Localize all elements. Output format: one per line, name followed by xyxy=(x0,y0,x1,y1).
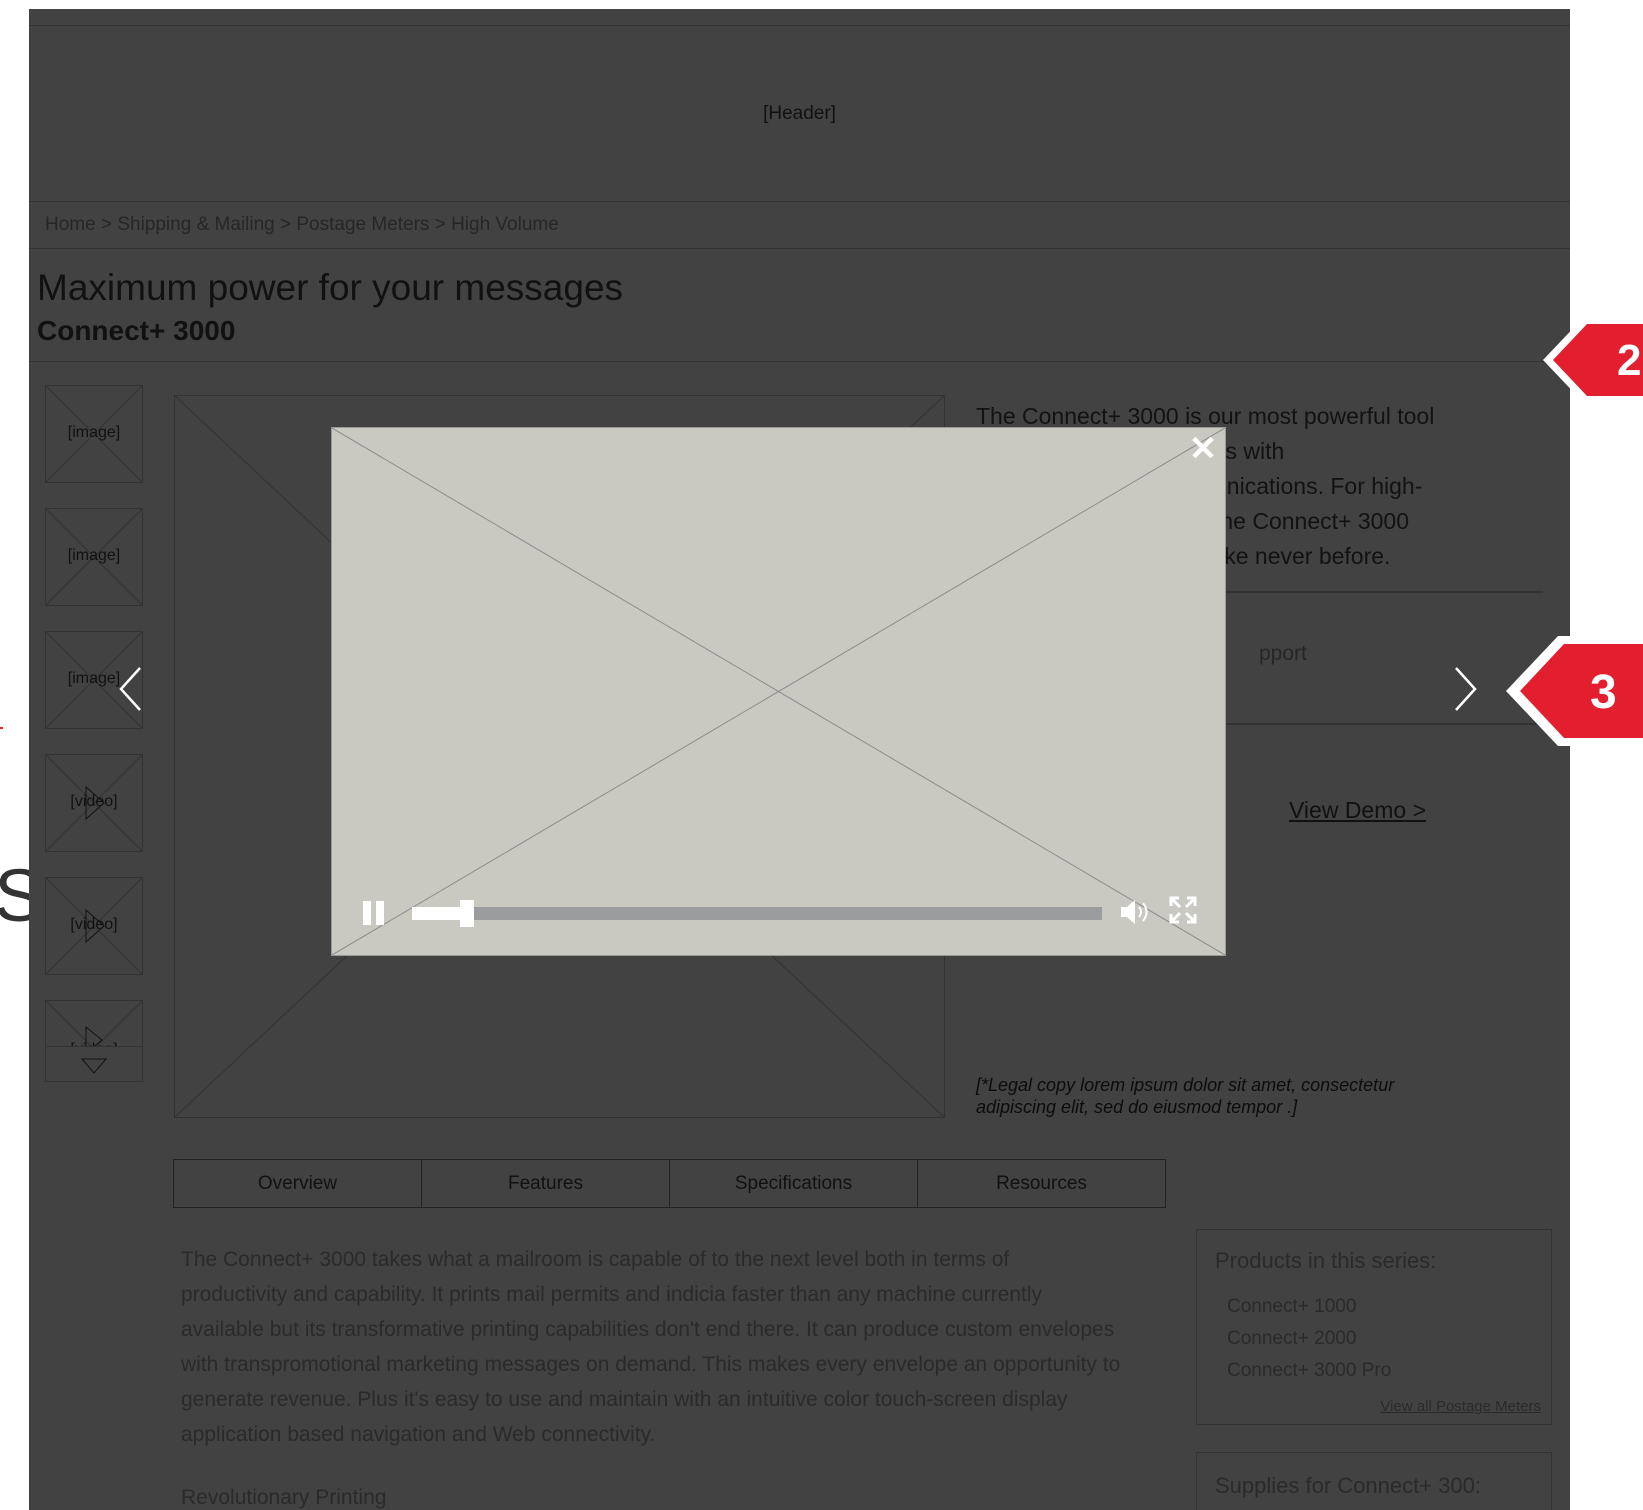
callout-marker-3: 3 xyxy=(1506,636,1643,746)
header-label: [Header] xyxy=(763,102,836,124)
marker-label: 2 xyxy=(1617,336,1641,385)
series-item[interactable]: Connect+ 3000 Pro xyxy=(1227,1360,1391,1382)
tab-bar: Overview Features Specifications Resourc… xyxy=(173,1159,1166,1208)
supplies-heading: Supplies for Connect+ 300: xyxy=(1215,1473,1482,1498)
thumbnail-label: [image] xyxy=(67,424,121,441)
close-icon[interactable]: ✕ xyxy=(1188,432,1218,466)
video-progress-fill xyxy=(412,907,468,920)
series-heading: Products in this series: xyxy=(1215,1248,1437,1273)
support-link[interactable]: pport xyxy=(1259,642,1307,666)
section-heading: Revolutionary Printing xyxy=(181,1486,387,1509)
tab-resources[interactable]: Resources xyxy=(917,1159,1166,1208)
tab-overview[interactable]: Overview xyxy=(173,1159,422,1208)
tab-features[interactable]: Features xyxy=(421,1159,670,1208)
tab-specifications[interactable]: Specifications xyxy=(669,1159,918,1208)
video-progress-bar[interactable] xyxy=(412,900,1102,927)
callout-marker-2: 2 xyxy=(1543,318,1643,402)
overview-body: The Connect+ 3000 takes what a mailroom … xyxy=(181,1248,1121,1446)
thumbnail-image-2[interactable]: [image] xyxy=(45,508,143,606)
series-item[interactable]: Connect+ 2000 xyxy=(1227,1328,1356,1350)
view-demo-link[interactable]: View Demo > xyxy=(1289,797,1426,824)
red-tick xyxy=(0,727,3,729)
breadcrumb-text[interactable]: Home > Shipping & Mailing > Postage Mete… xyxy=(45,214,559,236)
header: [Header] xyxy=(29,25,1570,202)
thumbnail-label: [video] xyxy=(70,793,118,810)
page-title: Maximum power for your messages xyxy=(37,267,624,308)
series-item[interactable]: Connect+ 1000 xyxy=(1227,1296,1356,1318)
divider xyxy=(29,361,1570,362)
legal-copy: [*Legal copy lorem ipsum dolor sit amet,… xyxy=(976,1075,1395,1117)
breadcrumb: Home > Shipping & Mailing > Postage Mete… xyxy=(29,201,1570,249)
volume-icon[interactable] xyxy=(1119,897,1153,927)
marker-label: 3 xyxy=(1590,666,1617,719)
supplies-panel: Supplies for Connect+ 300: xyxy=(1196,1452,1552,1510)
series-panel: Products in this series: Connect+ 1000 C… xyxy=(1196,1229,1552,1425)
thumbnail-image-1[interactable]: [image] xyxy=(45,385,143,483)
chevron-left-icon[interactable] xyxy=(118,666,144,712)
video-placeholder xyxy=(332,428,1225,955)
thumbnail-label: [video] xyxy=(70,916,118,933)
video-modal: ✕ xyxy=(331,427,1226,956)
thumbnail-video-1[interactable]: [video] xyxy=(45,754,143,852)
fullscreen-icon[interactable] xyxy=(1168,895,1198,925)
chevron-right-icon[interactable] xyxy=(1452,666,1478,712)
thumbnail-video-2[interactable]: [video] xyxy=(45,877,143,975)
view-all-link[interactable]: View all Postage Meters xyxy=(1380,1398,1541,1415)
page-subtitle: Connect+ 3000 xyxy=(37,315,236,346)
thumbnail-label: [image] xyxy=(67,547,121,564)
thumbnail-scroll-down[interactable] xyxy=(45,1046,143,1082)
video-progress-handle[interactable] xyxy=(460,900,475,927)
triangle-down-icon xyxy=(80,1058,108,1074)
pause-icon[interactable] xyxy=(363,901,387,925)
